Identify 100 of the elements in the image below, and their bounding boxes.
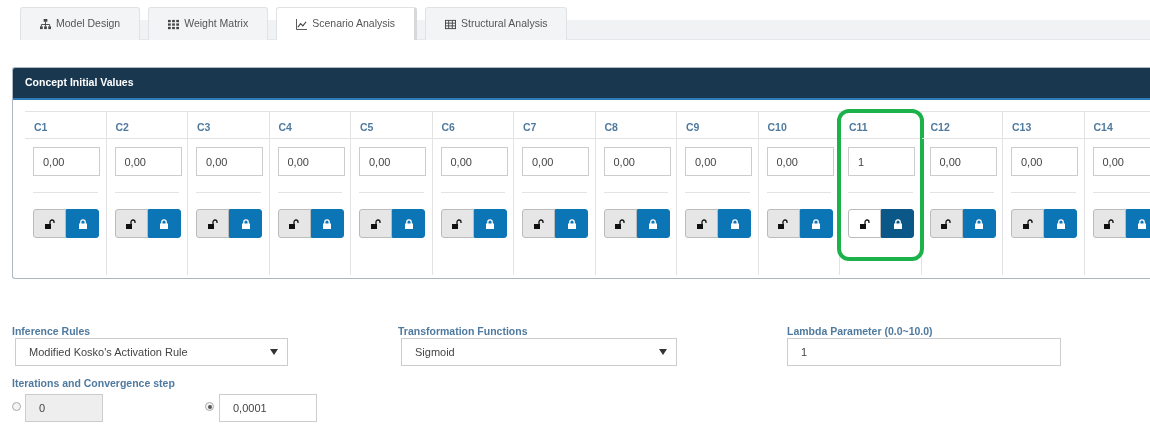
lock-button[interactable] <box>310 209 344 238</box>
unlock-button[interactable] <box>929 209 963 238</box>
lock-button[interactable] <box>1044 209 1077 238</box>
value-field[interactable]: 0,00 <box>603 147 671 176</box>
radio-button[interactable] <box>12 402 21 411</box>
concept-label: C1 <box>25 112 106 139</box>
value-field[interactable]: 0,00 <box>522 147 589 176</box>
table-icon <box>445 18 457 30</box>
value-field[interactable]: 0,00 <box>277 147 345 176</box>
unlock-button[interactable] <box>33 209 66 238</box>
dropdown[interactable]: Modified Kosko's Activation Rule <box>15 338 288 366</box>
tab[interactable]: Model Design <box>20 7 141 40</box>
panel-title: Concept Initial Values <box>13 68 1150 100</box>
lock-button[interactable] <box>229 209 262 238</box>
value-field[interactable]: 0,00 <box>685 147 752 176</box>
concept-label: C13 <box>1003 112 1084 139</box>
field-label: Lambda Parameter (0.0~10.0) <box>787 324 933 339</box>
dropdown-caret-icon <box>659 349 667 355</box>
unlocked-padlock-icon <box>696 218 707 229</box>
lock-button[interactable] <box>473 209 507 238</box>
value-field[interactable]: 0,00 <box>196 147 263 176</box>
concept-label: C9 <box>677 112 758 139</box>
value-field[interactable]: 1 <box>848 147 915 176</box>
value-field[interactable]: 0,0001 <box>219 394 317 422</box>
tab[interactable]: Weight Matrix <box>148 7 269 40</box>
field-label: Transformation Functions <box>398 324 528 339</box>
unlocked-padlock-icon <box>941 218 951 229</box>
lock-button[interactable] <box>147 209 181 238</box>
padlock-icon <box>160 218 168 229</box>
tab[interactable]: Scenario Analysis <box>276 7 418 40</box>
unlock-button[interactable] <box>114 209 148 238</box>
padlock-icon <box>812 218 820 229</box>
value-field[interactable]: 0,00 <box>1011 147 1078 176</box>
concept-label: C4 <box>269 112 350 139</box>
value-field[interactable]: 0,00 <box>766 147 834 176</box>
padlock-icon <box>78 218 87 229</box>
unlocked-padlock-icon <box>126 218 136 229</box>
concept-label: C8 <box>595 112 676 139</box>
unlock-button[interactable] <box>766 209 800 238</box>
padlock-icon <box>567 218 576 229</box>
padlock-icon <box>241 218 250 229</box>
unlock-button[interactable] <box>440 209 474 238</box>
unlocked-padlock-icon <box>44 218 55 229</box>
padlock-icon <box>486 218 494 229</box>
unlock-button[interactable] <box>685 209 718 238</box>
unlock-button[interactable] <box>1011 209 1044 238</box>
padlock-icon <box>893 218 902 229</box>
value-field[interactable]: 0,00 <box>440 147 508 176</box>
concept-label: C5 <box>351 112 432 139</box>
padlock-icon <box>730 218 739 229</box>
concept-label: C2 <box>106 112 187 139</box>
value-field[interactable]: 0,00 <box>359 147 426 176</box>
unlocked-padlock-icon <box>289 218 299 229</box>
concept-label: C10 <box>758 112 839 139</box>
unlocked-padlock-icon <box>615 218 625 229</box>
value-field[interactable]: 0,00 <box>114 147 182 176</box>
dropdown-caret-icon <box>270 349 278 355</box>
unlocked-padlock-icon <box>778 218 788 229</box>
concept-label: C7 <box>514 112 595 139</box>
value-field[interactable]: 0,00 <box>929 147 997 176</box>
lock-button[interactable] <box>636 209 670 238</box>
value-field[interactable]: 0,00 <box>33 147 100 176</box>
dropdown[interactable]: Sigmoid <box>401 338 677 366</box>
unlock-button[interactable] <box>522 209 555 238</box>
lock-button[interactable] <box>881 209 914 238</box>
lock-button[interactable] <box>799 209 833 238</box>
lock-button[interactable] <box>66 209 99 238</box>
concept-label: C11 <box>840 112 921 139</box>
grid-icon <box>168 18 180 30</box>
unlock-button[interactable] <box>277 209 311 238</box>
lock-button[interactable] <box>718 209 751 238</box>
padlock-icon <box>975 218 983 229</box>
unlock-button[interactable] <box>196 209 229 238</box>
concept-label: C14 <box>1084 112 1150 139</box>
field-label: Iterations and Convergence step <box>12 376 175 391</box>
padlock-icon <box>404 218 413 229</box>
unlock-button[interactable] <box>603 209 637 238</box>
unlocked-padlock-icon <box>370 218 381 229</box>
padlock-icon <box>323 218 331 229</box>
value-field[interactable]: 0,00 <box>1092 147 1150 176</box>
lock-button[interactable] <box>1125 209 1150 238</box>
lock-button[interactable] <box>962 209 996 238</box>
unlocked-padlock-icon <box>1104 218 1114 229</box>
tab[interactable]: Structural Analysis <box>425 7 568 40</box>
concept-label: C12 <box>921 112 1002 139</box>
unlocked-padlock-icon <box>1022 218 1033 229</box>
lambda-field[interactable]: 1 <box>787 338 1061 366</box>
unlocked-padlock-icon <box>533 218 544 229</box>
padlock-icon <box>1138 218 1146 229</box>
padlock-icon <box>1056 218 1065 229</box>
unlocked-padlock-icon <box>859 218 870 229</box>
concept-label: C6 <box>432 112 513 139</box>
unlock-button[interactable] <box>359 209 392 238</box>
radio-button[interactable] <box>205 402 214 411</box>
unlock-button[interactable] <box>848 209 881 238</box>
line-chart-icon <box>296 18 308 30</box>
lock-button[interactable] <box>392 209 425 238</box>
unlocked-padlock-icon <box>452 218 462 229</box>
unlock-button[interactable] <box>1092 209 1126 238</box>
lock-button[interactable] <box>555 209 588 238</box>
